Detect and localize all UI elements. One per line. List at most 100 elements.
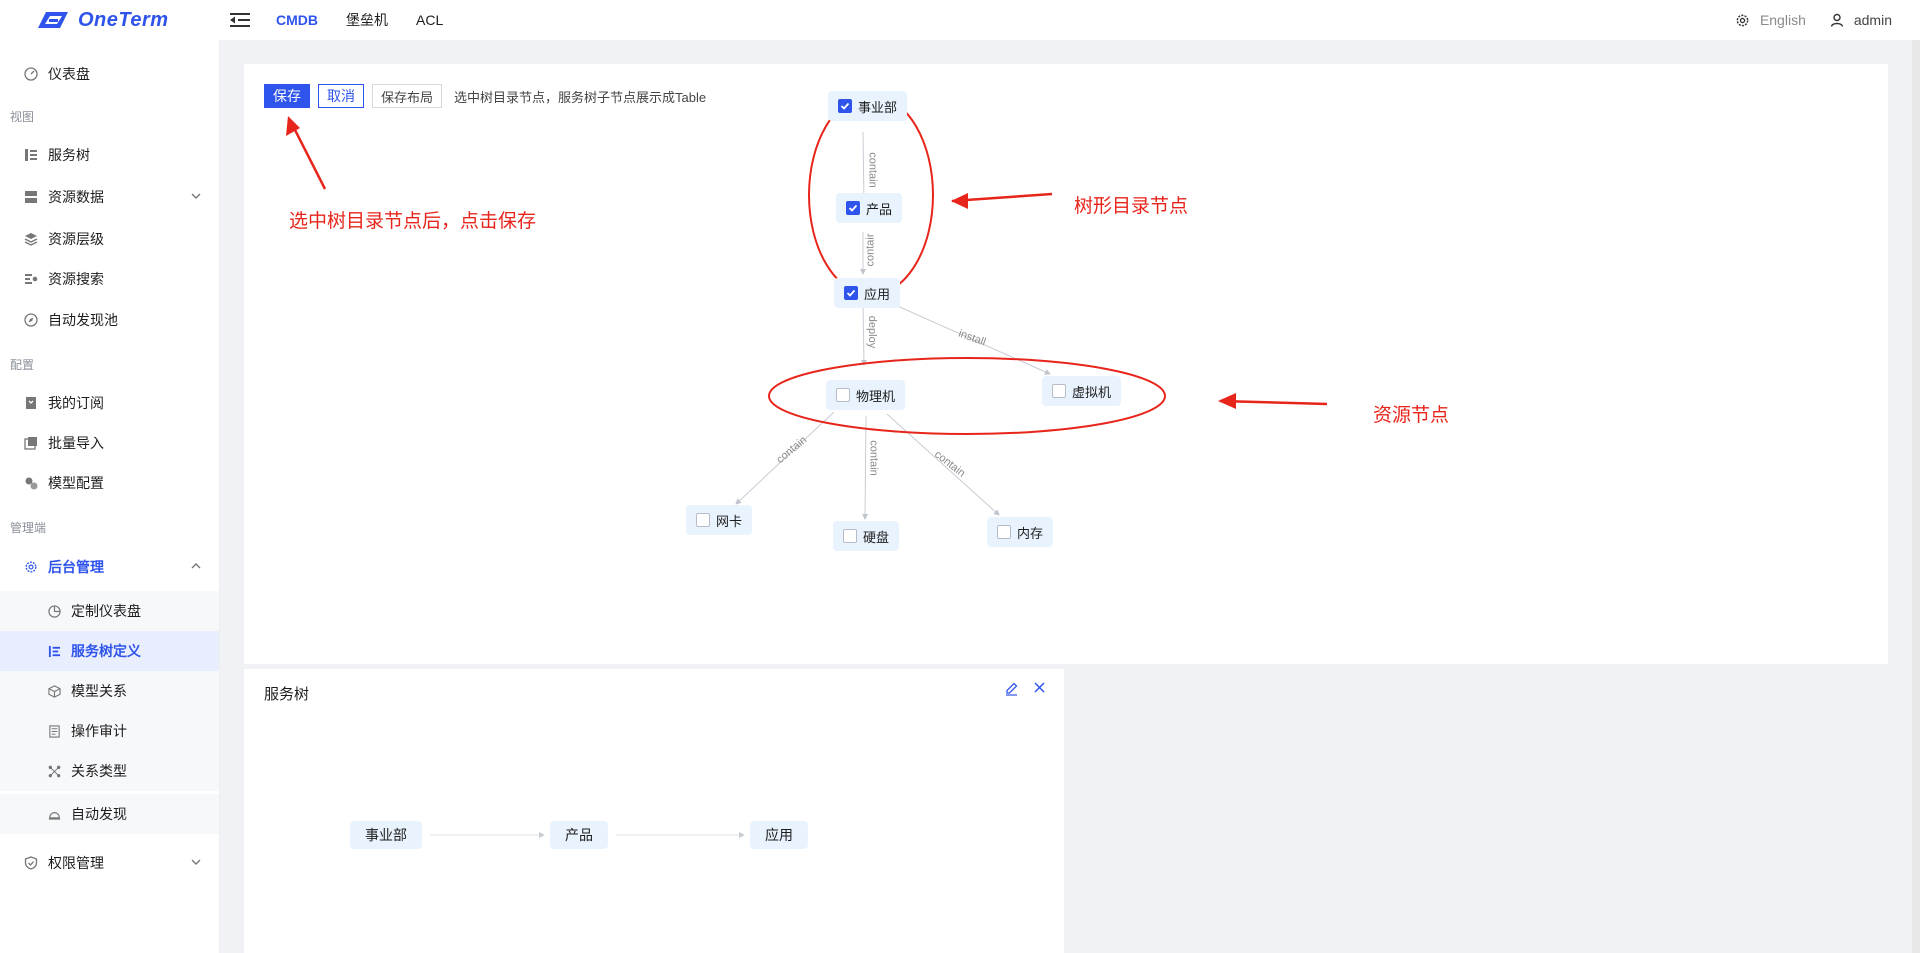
node-checkbox[interactable] (843, 529, 857, 543)
sidebar-item-label: 权限管理 (48, 855, 104, 871)
annotation-resource-nodes: 资源节点 (1373, 405, 1450, 426)
sidebar-sub-model-relation[interactable]: 模型关系 (0, 671, 219, 711)
radar-icon (48, 811, 61, 820)
sidebar-item-service-tree[interactable]: 服务树 (0, 137, 219, 173)
graph-node-disk[interactable]: 硬盘 (833, 521, 900, 551)
check-icon (848, 204, 858, 212)
nav-bastion[interactable]: 堡垒机 (346, 10, 388, 30)
tree-node-product[interactable]: 产品 (550, 821, 608, 849)
node-checkbox[interactable] (846, 201, 860, 215)
bookmark-icon (26, 397, 36, 409)
sidebar-sub-custom-dashboard[interactable]: 定制仪表盘 (0, 591, 219, 631)
node-label: 事业部 (858, 99, 898, 115)
sidebar-sub-relation-type[interactable]: 关系类型 (0, 751, 219, 791)
sidebar-group-admin: 管理端 (10, 521, 47, 535)
node-checkbox[interactable] (997, 525, 1011, 539)
relation-icon (48, 765, 61, 777)
sidebar-item-dashboard[interactable]: 仪表盘 (0, 56, 219, 92)
graph-node-memory[interactable]: 内存 (987, 517, 1054, 547)
language-switch[interactable]: English (1760, 12, 1806, 28)
page-scrollbar[interactable] (1912, 40, 1920, 953)
node-checkbox[interactable] (844, 286, 858, 300)
nav-cmdb[interactable]: CMDB (276, 12, 318, 28)
sidebar-item-resource-search[interactable]: 资源搜索 (0, 261, 219, 297)
tree-list-icon (48, 645, 61, 657)
sidebar-sub-service-tree-def[interactable]: 服务树定义 (0, 631, 219, 671)
node-label: 虚拟机 (1072, 384, 1112, 400)
node-label: 网卡 (716, 513, 743, 529)
node-label: 产品 (866, 201, 893, 217)
chevron-up-icon (191, 563, 201, 569)
graph-node-business-unit[interactable]: 事业部 (828, 91, 908, 121)
cube-icon (48, 684, 61, 698)
gear-icon[interactable] (1735, 13, 1750, 28)
arrow-to-resource-nodes (1218, 393, 1328, 409)
app-logo[interactable]: OneTerm (0, 9, 220, 32)
sidebar-item-label: 批量导入 (48, 435, 104, 451)
sidebar-sub-label: 服务树定义 (71, 643, 141, 659)
sidebar-item-label: 资源数据 (48, 189, 104, 205)
sidebar-item-label: 仪表盘 (48, 66, 90, 82)
sidebar-sub-label: 关系类型 (71, 763, 127, 779)
sidebar-sub-auto-discovery[interactable]: 自动发现 (0, 794, 219, 834)
chevron-down-icon (191, 859, 201, 865)
annotation-save-hint: 选中树目录节点后，点击保存 (289, 211, 537, 232)
node-label: 硬盘 (863, 529, 890, 545)
chevron-down-icon (191, 193, 201, 199)
model-icon (25, 477, 38, 490)
node-checkbox[interactable] (696, 513, 710, 527)
graph-canvas (286, 94, 1328, 520)
sidebar-item-permission[interactable]: 权限管理 (0, 845, 219, 881)
node-label: 内存 (1017, 525, 1044, 541)
graph-node-application[interactable]: 应用 (834, 278, 901, 308)
sidebar-sub-label: 模型关系 (71, 683, 127, 699)
node-checkbox[interactable] (1052, 384, 1066, 398)
top-nav: CMDB 堡垒机 ACL (276, 10, 443, 30)
sidebar-group-config: 配置 (10, 358, 35, 372)
sidebar-sub-label: 定制仪表盘 (71, 603, 141, 619)
gear-icon (25, 561, 37, 573)
search-list-icon (25, 274, 38, 284)
node-checkbox[interactable] (838, 99, 852, 113)
tree-preview-canvas (430, 832, 745, 838)
compass-icon (24, 313, 38, 327)
sidebar-item-resource-level[interactable]: 资源层级 (0, 221, 219, 257)
sidebar-item-batch-import[interactable]: 批量导入 (0, 425, 219, 461)
sidebar-item-auto-discovery-pool[interactable]: 自动发现池 (0, 302, 219, 338)
resource-data-icon (25, 191, 37, 203)
sidebar-item-my-subscription[interactable]: 我的订阅 (0, 385, 219, 421)
sidebar-item-label: 自动发现池 (48, 312, 118, 328)
tree-node-application[interactable]: 应用 (750, 821, 808, 849)
sidebar-item-label: 后台管理 (48, 559, 104, 575)
sidebar-item-label: 我的订阅 (48, 395, 104, 411)
sidebar-sub-label: 操作审计 (71, 723, 127, 739)
node-checkbox[interactable] (836, 388, 850, 402)
user-icon (1830, 13, 1844, 27)
shield-icon (24, 856, 38, 870)
graph-node-product[interactable]: 产品 (836, 193, 903, 223)
node-label: 应用 (864, 286, 891, 302)
sidebar-sub-operation-audit[interactable]: 操作审计 (0, 711, 219, 751)
nav-acl[interactable]: ACL (416, 12, 443, 28)
edge-line (862, 415, 869, 520)
sidebar-item-label: 服务树 (48, 147, 90, 163)
sidebar-item-backend-admin[interactable]: 后台管理 (0, 549, 219, 585)
graph-node-physical-machine[interactable]: 物理机 (826, 380, 906, 410)
tree-node-business-unit[interactable]: 事业部 (350, 821, 422, 849)
check-icon (840, 102, 850, 110)
node-label: 物理机 (856, 388, 896, 404)
edge-line (860, 301, 867, 366)
edge-label: contain (867, 440, 880, 476)
menu-fold-icon[interactable] (230, 12, 250, 28)
sidebar-item-resource-data[interactable]: 资源数据 (0, 179, 219, 215)
sidebar-group-view: 视图 (10, 110, 35, 124)
edge-label: deploy (866, 315, 879, 349)
username[interactable]: admin (1854, 12, 1892, 28)
document-icon (49, 724, 60, 738)
tree-icon (25, 149, 37, 161)
graph-node-virtual-machine[interactable]: 虚拟机 (1042, 376, 1122, 406)
sidebar-item-model-config[interactable]: 模型配置 (0, 465, 219, 501)
sidebar: 仪表盘 视图 服务树 资源数据 资源层级 资源搜索 自动发现池 配置 我的订阅 … (0, 40, 220, 953)
arrow-to-save (286, 116, 327, 190)
graph-node-nic[interactable]: 网卡 (686, 505, 753, 535)
